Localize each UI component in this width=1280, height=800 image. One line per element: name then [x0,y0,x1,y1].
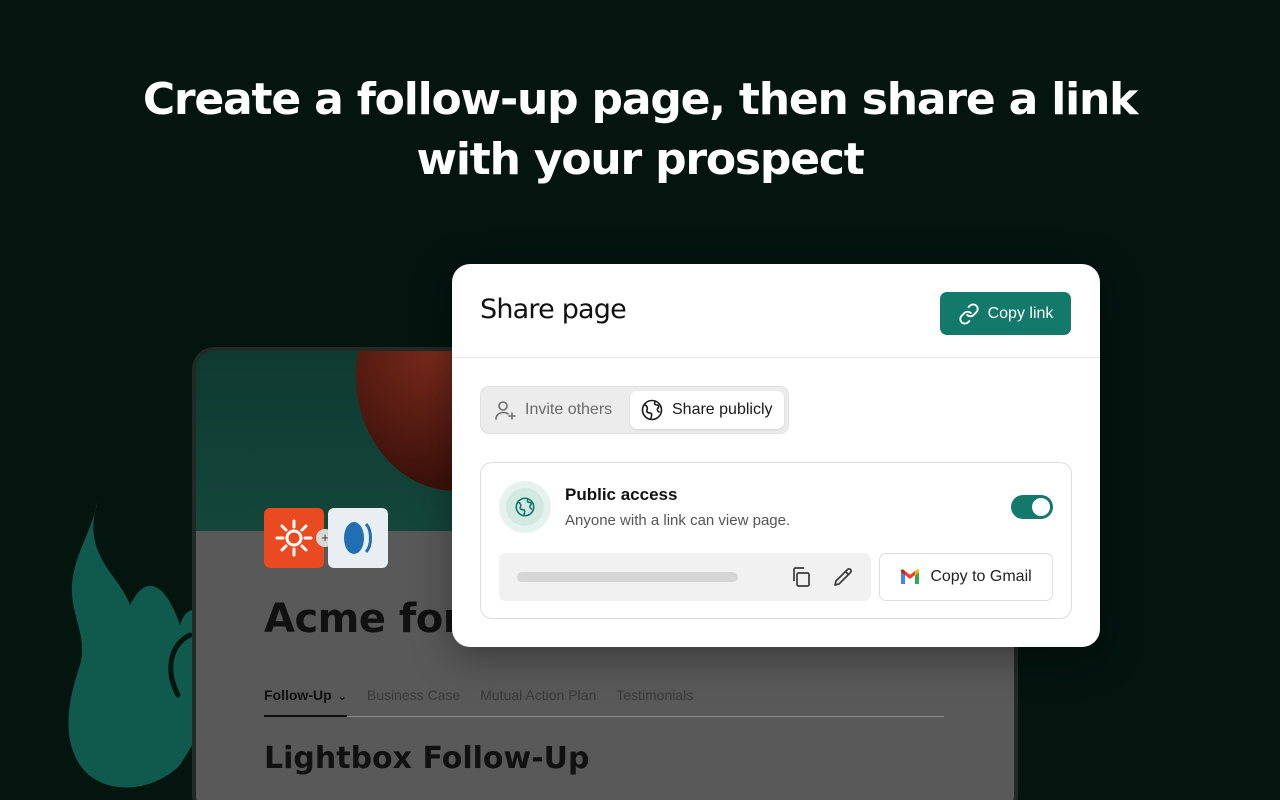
user-plus-icon [495,401,516,420]
modal-header: Share page Copy link [452,264,1100,358]
globe-icon [641,399,663,421]
share-link-field[interactable] [499,553,871,601]
company-logos: + [264,508,394,570]
public-access-description: Anyone with a link can view page. [565,512,791,529]
tab-mutual-action-plan[interactable]: Mutual Action Plan [480,683,596,717]
tab-label: Follow-Up [264,687,332,703]
headline-line-1: Create a follow-up page, then share a li… [142,74,1139,125]
tab-business-case[interactable]: Business Case [367,683,460,717]
copy-icon[interactable] [789,565,813,589]
headline: Create a follow-up page, then share a li… [0,70,1280,190]
page-title: Acme for [264,596,463,642]
lightbox-logo [328,508,388,568]
section-heading: Lightbox Follow-Up [264,741,590,776]
toggle-knob [1032,498,1050,516]
copy-link-button[interactable]: Copy link [940,292,1071,335]
gmail-icon [901,569,920,584]
acme-logo [264,508,324,568]
page-tabs: Follow-Up ⌄ Business Case Mutual Action P… [264,683,944,717]
share-mode-tabs: Invite others Share publicly [480,386,789,434]
chevron-down-icon: ⌄ [337,691,347,703]
tab-testimonials[interactable]: Testimonials [616,683,693,717]
invite-label: Invite others [525,401,613,418]
public-access-card: Public access Anyone with a link can vie… [480,462,1072,619]
link-placeholder-bar [517,572,738,582]
public-access-title: Public access [565,485,678,504]
pencil-icon[interactable] [831,565,855,589]
copy-to-gmail-label: Copy to Gmail [930,568,1032,585]
modal-title: Share page [480,294,627,325]
globe-badge [499,481,551,533]
globe-icon [515,497,535,517]
share-page-modal: Share page Copy link Invite others Share… [452,264,1100,647]
copy-link-label: Copy link [987,304,1054,322]
link-icon [959,302,979,325]
tab-invite-others[interactable]: Invite others [493,391,612,429]
headline-line-2: with your prospect [416,134,864,185]
public-access-toggle[interactable] [1011,495,1053,519]
public-label: Share publicly [672,401,773,418]
tab-follow-up[interactable]: Follow-Up ⌄ [264,683,347,717]
copy-to-gmail-button[interactable]: Copy to Gmail [879,553,1053,601]
tab-share-publicly[interactable]: Share publicly [630,391,784,429]
